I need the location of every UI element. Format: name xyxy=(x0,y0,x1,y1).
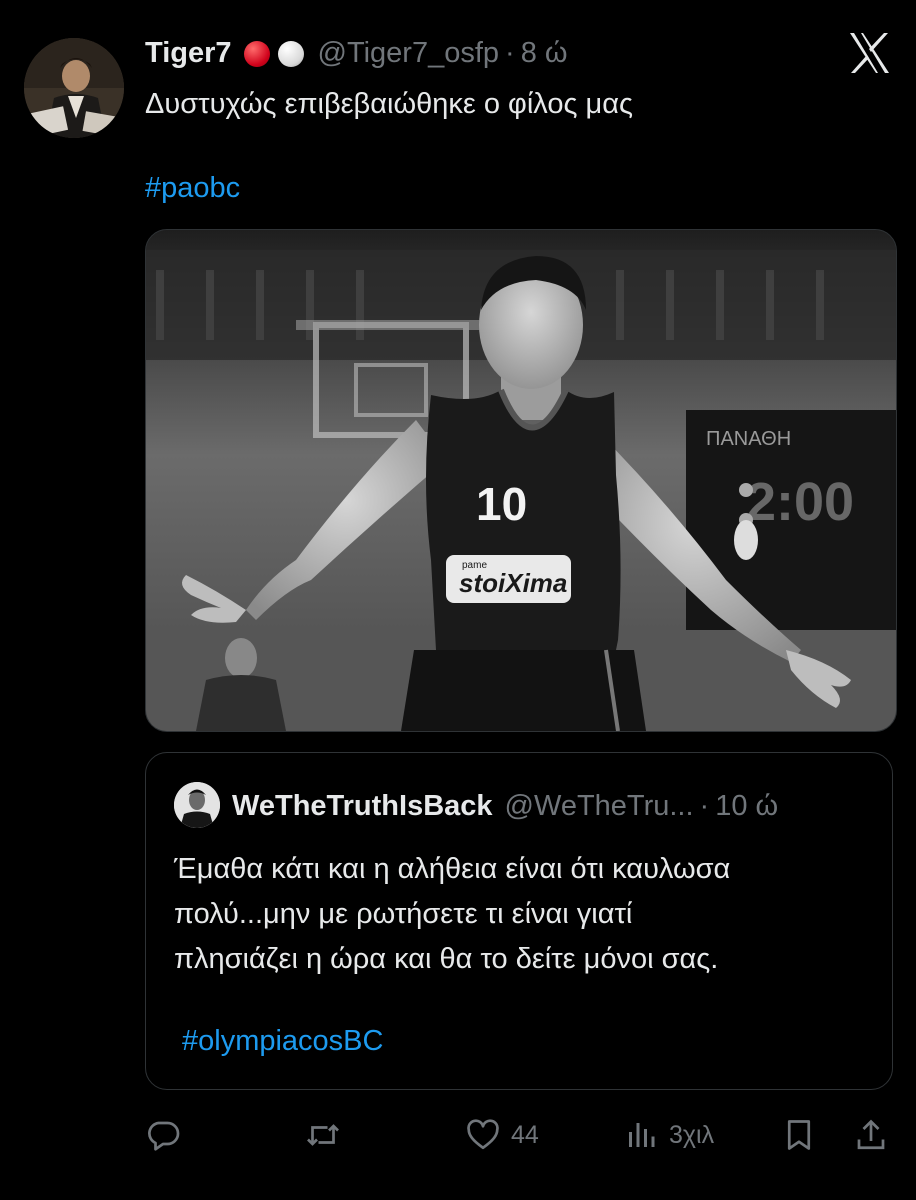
views-icon xyxy=(629,1123,655,1147)
like-button[interactable]: 44 xyxy=(465,1110,539,1160)
quoted-tweet-header: WeTheTruthIsBack @WeTheTru... · 10 ώ xyxy=(232,786,778,826)
svg-text:2:00: 2:00 xyxy=(746,472,854,532)
tweet-header: Tiger7 @Tiger7_osfp · 8 ώ xyxy=(145,30,568,76)
reply-button[interactable] xyxy=(145,1110,181,1160)
views-count: 3χιλ xyxy=(669,1120,715,1149)
tweet-media-image[interactable]: ΠΑΝΑΘΗ 2:00 10 stoiXima pame xyxy=(145,229,897,732)
share-button[interactable] xyxy=(853,1110,889,1160)
quoted-author-name[interactable]: WeTheTruthIsBack xyxy=(232,790,493,823)
retweet-icon xyxy=(307,1124,339,1146)
jersey-sponsor-small: pame xyxy=(462,560,487,571)
share-icon xyxy=(857,1119,885,1150)
quoted-text-line: πολύ...μην με ρωτήσετε τι είναι γιατί xyxy=(174,898,633,930)
reply-icon xyxy=(148,1121,180,1151)
red-circle-icon xyxy=(243,41,270,67)
quoted-author-handle[interactable]: @WeTheTru... xyxy=(505,790,694,823)
tweet-action-bar: 44 3χιλ xyxy=(145,1110,895,1160)
quoted-separator-dot: · xyxy=(699,789,710,822)
jersey-number: 10 xyxy=(476,478,527,530)
author-name[interactable]: Tiger7 xyxy=(145,37,232,70)
quoted-text-line: Έμαθα κάτι και η αλήθεια είναι ότι καυλω… xyxy=(174,853,731,885)
quoted-author-avatar[interactable] xyxy=(174,782,220,828)
separator-dot: · xyxy=(505,36,515,69)
views-button[interactable]: 3χιλ xyxy=(623,1110,714,1160)
quoted-tweet-age[interactable]: 10 ώ xyxy=(715,790,778,823)
jersey-sponsor: stoiXima xyxy=(459,568,567,598)
x-logo-icon[interactable] xyxy=(846,30,892,76)
quoted-tweet-text: Έμαθα κάτι και η αλήθεια είναι ότι καυλω… xyxy=(174,847,730,982)
retweet-button[interactable] xyxy=(305,1110,341,1160)
bookmark-icon xyxy=(787,1120,811,1150)
quoted-tweet-hashtag[interactable]: #olympiacosBC xyxy=(182,1021,383,1061)
tweet-text: Δυστυχώς επιβεβαιώθηκε ο φίλος μας xyxy=(145,88,633,120)
author-avatar[interactable] xyxy=(24,38,124,138)
likes-count: 44 xyxy=(511,1120,539,1149)
heart-icon xyxy=(467,1119,499,1150)
svg-text:ΠΑΝΑΘΗ: ΠΑΝΑΘΗ xyxy=(706,428,791,450)
bookmark-button[interactable] xyxy=(781,1110,817,1160)
quoted-text-line: πλησιάζει η ώρα και θα το δείτε μόνοι σα… xyxy=(174,943,719,975)
tweet-age[interactable]: 8 ώ xyxy=(521,37,568,70)
quoted-tweet-card[interactable]: WeTheTruthIsBack @WeTheTru... · 10 ώ Έμα… xyxy=(145,752,893,1090)
white-circle-icon xyxy=(277,41,304,67)
tweet-hashtag[interactable]: #paobc xyxy=(145,168,240,208)
author-handle[interactable]: @Tiger7_osfp xyxy=(318,37,500,70)
